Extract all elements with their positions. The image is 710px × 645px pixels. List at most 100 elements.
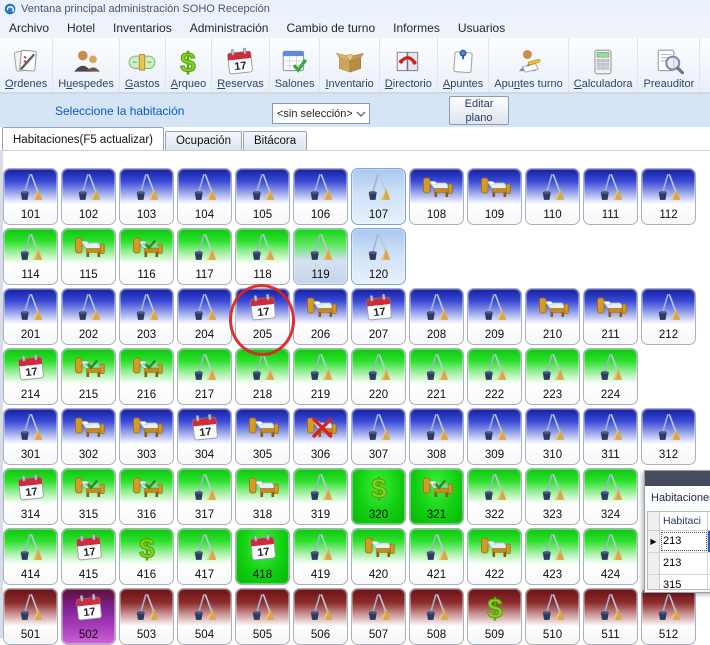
room-tile-109[interactable]: 109 xyxy=(467,168,522,225)
room-tile-219[interactable]: 219 xyxy=(293,348,348,405)
room-tile-116[interactable]: 116 xyxy=(119,228,174,285)
room-select-dropdown[interactable]: <sin selección> xyxy=(272,103,370,124)
room-tile-319[interactable]: 319 xyxy=(293,468,348,525)
inventario-button[interactable]: Inventario xyxy=(320,38,379,92)
calculadora-button[interactable]: Calculadora xyxy=(569,38,639,92)
cell-habitacion[interactable]: 213 xyxy=(660,531,708,552)
room-tile-211[interactable]: 211 xyxy=(583,288,638,345)
room-tile-416[interactable]: 416 xyxy=(119,528,174,585)
room-tile-504[interactable]: 504 xyxy=(177,588,232,645)
room-tile-424[interactable]: 424 xyxy=(583,528,638,585)
room-tile-309[interactable]: 309 xyxy=(467,408,522,465)
room-tile-202[interactable]: 202 xyxy=(61,288,116,345)
room-tile-324[interactable]: 324 xyxy=(583,468,638,525)
room-tile-220[interactable]: 220 xyxy=(351,348,406,405)
room-tile-318[interactable]: 318 xyxy=(235,468,290,525)
room-tile-304[interactable]: 304 xyxy=(177,408,232,465)
room-tile-323[interactable]: 323 xyxy=(525,468,580,525)
habitaciones-popup-window[interactable]: Habitaciones Habitaci Lle ▶21325/2137/03… xyxy=(644,470,710,593)
huespedes-button[interactable]: Huespedes xyxy=(53,38,120,92)
room-tile-217[interactable]: 217 xyxy=(177,348,232,405)
room-tile-307[interactable]: 307 xyxy=(351,408,406,465)
chevron-down-icon[interactable] xyxy=(352,104,369,123)
room-tile-115[interactable]: 115 xyxy=(61,228,116,285)
cell-habitacion[interactable]: 213 xyxy=(660,553,708,574)
room-tile-317[interactable]: 317 xyxy=(177,468,232,525)
room-tile-110[interactable]: 110 xyxy=(525,168,580,225)
menu-item-hotel[interactable]: Hotel xyxy=(58,17,104,38)
arqueo-button[interactable]: Arqueo xyxy=(166,38,212,92)
room-tile-301[interactable]: 301 xyxy=(3,408,58,465)
popup-row[interactable]: 31524/ xyxy=(648,575,710,590)
room-tile-216[interactable]: 216 xyxy=(119,348,174,405)
reservas-button[interactable]: Reservas xyxy=(212,38,269,92)
room-tile-224[interactable]: 224 xyxy=(583,348,638,405)
room-tile-314[interactable]: 314 xyxy=(3,468,58,525)
room-tile-117[interactable]: 117 xyxy=(177,228,232,285)
room-tile-222[interactable]: 222 xyxy=(467,348,522,405)
room-tile-118[interactable]: 118 xyxy=(235,228,290,285)
room-tile-305[interactable]: 305 xyxy=(235,408,290,465)
room-tile-201[interactable]: 201 xyxy=(3,288,58,345)
room-tile-316[interactable]: 316 xyxy=(119,468,174,525)
room-tile-505[interactable]: 505 xyxy=(235,588,290,645)
room-tile-419[interactable]: 419 xyxy=(293,528,348,585)
room-tile-208[interactable]: 208 xyxy=(409,288,464,345)
tab-habitaciones-f5-actualizar[interactable]: Habitaciones(F5 actualizar) xyxy=(2,127,164,150)
room-tile-312[interactable]: 312 xyxy=(641,408,696,465)
room-tile-209[interactable]: 209 xyxy=(467,288,522,345)
room-tile-508[interactable]: 508 xyxy=(409,588,464,645)
popup-row[interactable]: ▶21325/ xyxy=(648,531,710,553)
room-tile-511[interactable]: 511 xyxy=(583,588,638,645)
edit-plan-button[interactable]: Editar plano xyxy=(449,96,509,125)
gastos-button[interactable]: Gastos xyxy=(120,38,166,92)
room-tile-320[interactable]: 320 xyxy=(351,468,406,525)
room-tile-218[interactable]: 218 xyxy=(235,348,290,405)
room-tile-311[interactable]: 311 xyxy=(583,408,638,465)
apuntes-button[interactable]: Apuntes xyxy=(438,38,489,92)
tab-bitacora[interactable]: Bitácora xyxy=(243,131,307,150)
menu-item-informes[interactable]: Informes xyxy=(384,17,449,38)
room-tile-321[interactable]: 321 xyxy=(409,468,464,525)
room-tile-414[interactable]: 414 xyxy=(3,528,58,585)
room-tile-308[interactable]: 308 xyxy=(409,408,464,465)
room-tile-422[interactable]: 422 xyxy=(467,528,522,585)
room-tile-306[interactable]: 306 xyxy=(293,408,348,465)
menu-item-administracion[interactable]: Administración xyxy=(181,17,278,38)
room-tile-205[interactable]: 205 xyxy=(235,288,290,345)
room-tile-510[interactable]: 510 xyxy=(525,588,580,645)
room-tile-206[interactable]: 206 xyxy=(293,288,348,345)
room-tile-203[interactable]: 203 xyxy=(119,288,174,345)
room-tile-315[interactable]: 315 xyxy=(61,468,116,525)
room-tile-506[interactable]: 506 xyxy=(293,588,348,645)
room-tile-108[interactable]: 108 xyxy=(409,168,464,225)
room-tile-310[interactable]: 310 xyxy=(525,408,580,465)
room-tile-101[interactable]: 101 xyxy=(3,168,58,225)
room-tile-502[interactable]: 502 xyxy=(61,588,116,645)
room-tile-322[interactable]: 322 xyxy=(467,468,522,525)
room-tile-415[interactable]: 415 xyxy=(61,528,116,585)
room-tile-119[interactable]: 119 xyxy=(293,228,348,285)
room-tile-423[interactable]: 423 xyxy=(525,528,580,585)
room-tile-421[interactable]: 421 xyxy=(409,528,464,585)
room-tile-207[interactable]: 207 xyxy=(351,288,406,345)
room-tile-114[interactable]: 114 xyxy=(3,228,58,285)
room-tile-112[interactable]: 112 xyxy=(641,168,696,225)
tab-ocupacion[interactable]: Ocupación xyxy=(165,131,242,150)
room-tile-107[interactable]: 107 xyxy=(351,168,406,225)
menu-item-inventarios[interactable]: Inventarios xyxy=(104,17,181,38)
room-tile-302[interactable]: 302 xyxy=(61,408,116,465)
room-tile-509[interactable]: 509 xyxy=(467,588,522,645)
room-tile-204[interactable]: 204 xyxy=(177,288,232,345)
apuntes-turno-button[interactable]: Apuntes turno xyxy=(489,38,569,92)
directorio-button[interactable]: Directorio xyxy=(380,38,438,92)
room-tile-223[interactable]: 223 xyxy=(525,348,580,405)
room-tile-418[interactable]: 418 xyxy=(235,528,290,585)
preauditor-button[interactable]: Preauditor xyxy=(638,38,700,92)
room-tile-507[interactable]: 507 xyxy=(351,588,406,645)
room-tile-106[interactable]: 106 xyxy=(293,168,348,225)
room-tile-215[interactable]: 215 xyxy=(61,348,116,405)
room-tile-512[interactable]: 512 xyxy=(641,588,696,645)
room-tile-105[interactable]: 105 xyxy=(235,168,290,225)
room-tile-102[interactable]: 102 xyxy=(61,168,116,225)
